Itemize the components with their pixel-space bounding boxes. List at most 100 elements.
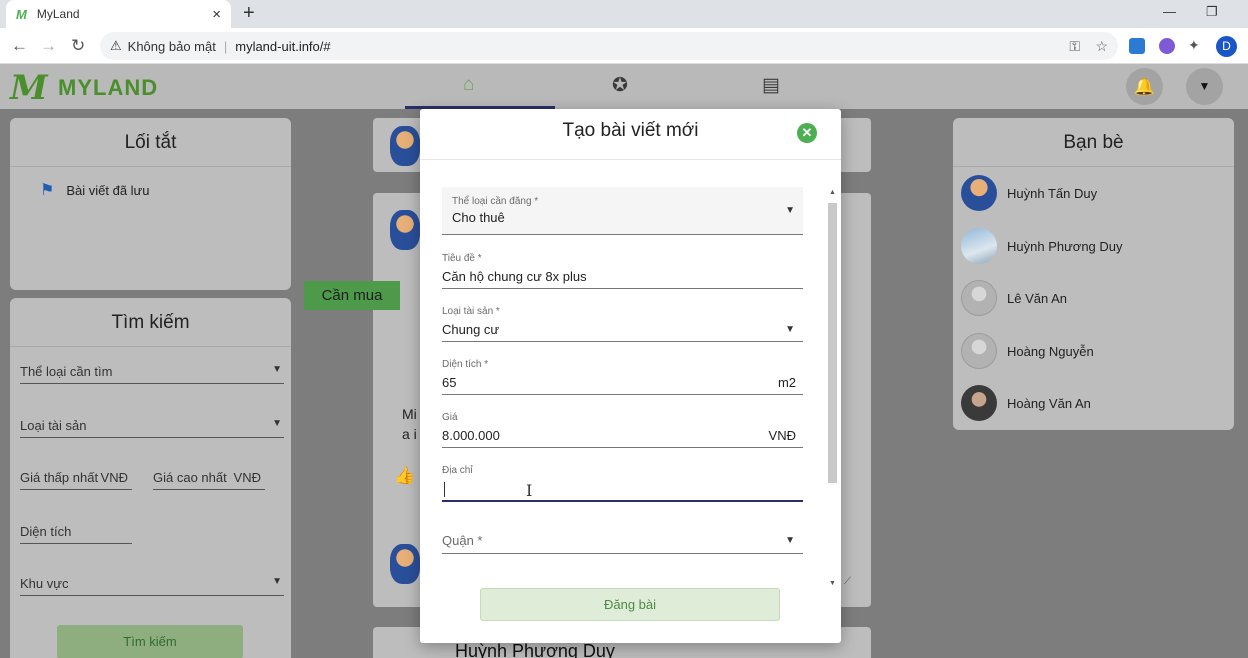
friends-title: Bạn bè xyxy=(1063,132,1124,153)
divider xyxy=(953,166,1234,167)
tab-title: MyLand xyxy=(36,7,80,21)
address-label: Địa chỉ xyxy=(442,465,473,476)
profile-avatar[interactable]: D xyxy=(1216,36,1237,57)
myland-favicon-icon: M xyxy=(16,6,27,22)
extensions-puzzle-icon[interactable]: ✦ xyxy=(1188,37,1200,54)
area-label: Diện tích xyxy=(20,524,72,539)
app-header: M MYLAND ⌂ ✪ ▤ 🔔 ▼ xyxy=(0,64,1248,109)
restore-icon[interactable]: ❐ xyxy=(1206,4,1218,20)
chevron-down-icon: ▼ xyxy=(785,205,795,216)
region-select[interactable]: Khu vực ▼ xyxy=(20,576,284,596)
property-type-select[interactable]: Loại tài sản * Chung cư ▼ xyxy=(442,304,803,342)
avatar[interactable] xyxy=(390,126,420,166)
property-type-value: Chung cư xyxy=(442,322,500,337)
scroll-down-icon[interactable]: ▼ xyxy=(829,580,836,587)
avatar xyxy=(961,333,997,369)
scroll-up-icon[interactable]: ▲ xyxy=(829,189,836,196)
area-input[interactable]: Diện tích xyxy=(20,524,132,544)
saved-posts-link[interactable]: ⚑ Bài viết đã lưu xyxy=(40,180,149,200)
friends-panel: Bạn bè Huỳnh Tấn Duy Huỳnh Phương Duy Lê… xyxy=(953,118,1234,430)
max-price-label: Giá cao nhất xyxy=(153,470,227,485)
modal-scrollbar[interactable]: ▲ ▼ xyxy=(827,189,837,587)
price-label: Giá xyxy=(442,412,458,423)
avatar xyxy=(961,228,997,264)
area-label: Diện tích * xyxy=(442,359,489,370)
district-select[interactable]: Quận * ▼ xyxy=(442,529,803,554)
chevron-down-icon: ▼ xyxy=(785,324,795,335)
friend-item[interactable]: Lê Văn An xyxy=(961,280,1067,316)
min-price-input[interactable]: Giá thấp nhất VNĐ xyxy=(20,470,132,490)
bell-icon[interactable]: 🔔 xyxy=(1126,68,1163,105)
submit-post-button[interactable]: Đăng bài xyxy=(480,588,780,621)
compass-icon[interactable]: ✪ xyxy=(612,74,628,97)
address-bar-row: ← → ↻ ⚠ Không bảo mật | myland-uit.info/… xyxy=(0,28,1248,64)
search-category-label: Thể loại cần tìm xyxy=(20,364,113,379)
logo-text[interactable]: MYLAND xyxy=(58,75,158,101)
avatar[interactable] xyxy=(390,210,420,250)
reload-icon[interactable]: ↻ xyxy=(71,36,85,56)
chevron-down-icon: ▼ xyxy=(272,364,282,375)
feed-text-fragment: a i xyxy=(402,426,417,442)
price-field[interactable]: Giá 8.000.000 VNĐ xyxy=(442,410,803,448)
address-field[interactable]: Địa chỉ I xyxy=(442,463,803,502)
logo-mark[interactable]: M xyxy=(10,68,48,108)
chevron-down-icon: ▼ xyxy=(785,535,795,546)
omnibox-separator: | xyxy=(223,38,228,54)
min-price-label: Giá thấp nhất xyxy=(20,470,99,485)
extension-icon[interactable] xyxy=(1159,38,1175,54)
search-property-type-select[interactable]: Loại tài sản ▼ xyxy=(20,418,284,438)
scroll-thumb[interactable] xyxy=(828,203,837,483)
area-value: 65 xyxy=(442,375,457,390)
back-icon[interactable]: ← xyxy=(11,36,28,56)
area-unit: m2 xyxy=(777,375,796,390)
avatar xyxy=(961,280,997,316)
friend-item[interactable]: Hoàng Văn An xyxy=(961,385,1091,421)
divider xyxy=(10,166,291,167)
resize-grip-icon[interactable]: ⟋ xyxy=(844,576,851,587)
search-category-select[interactable]: Thể loại cần tìm ▼ xyxy=(20,364,284,384)
close-icon[interactable]: ✕ xyxy=(797,123,817,143)
title-field[interactable]: Tiêu đề * Căn hộ chung cư 8x plus xyxy=(442,251,803,289)
friend-name: Hoàng Văn An xyxy=(1007,395,1091,411)
avatar xyxy=(961,385,997,421)
friend-item[interactable]: Huỳnh Tấn Duy xyxy=(961,175,1097,211)
tab-close-icon[interactable]: × xyxy=(212,6,221,23)
text-cursor-icon: I xyxy=(526,481,533,500)
post-author-name[interactable]: Huỳnh Phương Duy xyxy=(455,641,615,658)
area-field[interactable]: Diện tích * 65 m2 xyxy=(442,357,803,395)
friend-item[interactable]: Huỳnh Phương Duy xyxy=(961,228,1123,264)
title-value: Căn hộ chung cư 8x plus xyxy=(442,269,587,284)
friend-item[interactable]: Hoàng Nguyễn xyxy=(961,333,1094,369)
omnibox[interactable]: ⚠ Không bảo mật | myland-uit.info/# ⚿ ☆ xyxy=(100,32,1118,60)
minimize-icon[interactable]: — xyxy=(1163,4,1176,19)
security-label: Không bảo mật xyxy=(127,38,216,54)
search-panel: Tìm kiếm Thể loại cần tìm ▼ Loại tài sản… xyxy=(10,298,291,658)
forward-icon[interactable]: → xyxy=(40,36,57,56)
like-icon[interactable]: 👍 xyxy=(394,466,415,486)
post-type-label: Thể loại cần đăng * xyxy=(452,196,539,207)
new-tab-button[interactable]: + xyxy=(243,2,255,25)
friend-name: Huỳnh Tấn Duy xyxy=(1007,185,1098,201)
chevron-down-icon: ▼ xyxy=(272,418,282,429)
browser-tab[interactable]: M MyLand × xyxy=(6,0,231,28)
friend-name: Lê Văn An xyxy=(1007,290,1067,306)
title-label: Tiêu đề * xyxy=(442,253,482,264)
create-post-modal: Tạo bài viết mới ✕ Thể loại cần đăng * C… xyxy=(420,109,851,643)
chat-icon[interactable]: ▤ xyxy=(762,74,780,97)
search-button[interactable]: Tìm kiếm xyxy=(57,625,243,658)
account-menu-dropdown-icon[interactable]: ▼ xyxy=(1186,68,1223,105)
friend-name: Huỳnh Phương Duy xyxy=(1007,238,1123,254)
key-icon[interactable]: ⚿ xyxy=(1069,38,1080,55)
max-price-unit: VNĐ xyxy=(233,470,261,485)
max-price-input[interactable]: Giá cao nhất VNĐ xyxy=(153,470,265,490)
post-type-select[interactable]: Thể loại cần đăng * Cho thuê ▼ xyxy=(442,187,803,235)
region-label: Khu vực xyxy=(20,576,69,591)
shortcuts-title: Lối tắt xyxy=(124,132,177,153)
saved-posts-label: Bài viết đã lưu xyxy=(66,182,150,198)
extension-icon[interactable] xyxy=(1129,38,1145,54)
avatar[interactable] xyxy=(390,544,420,584)
bookmark-star-icon[interactable]: ☆ xyxy=(1095,38,1108,55)
post-type-tag: Cần mua xyxy=(304,281,400,310)
post-type-value: Cho thuê xyxy=(452,210,505,225)
home-icon[interactable]: ⌂ xyxy=(463,74,474,96)
